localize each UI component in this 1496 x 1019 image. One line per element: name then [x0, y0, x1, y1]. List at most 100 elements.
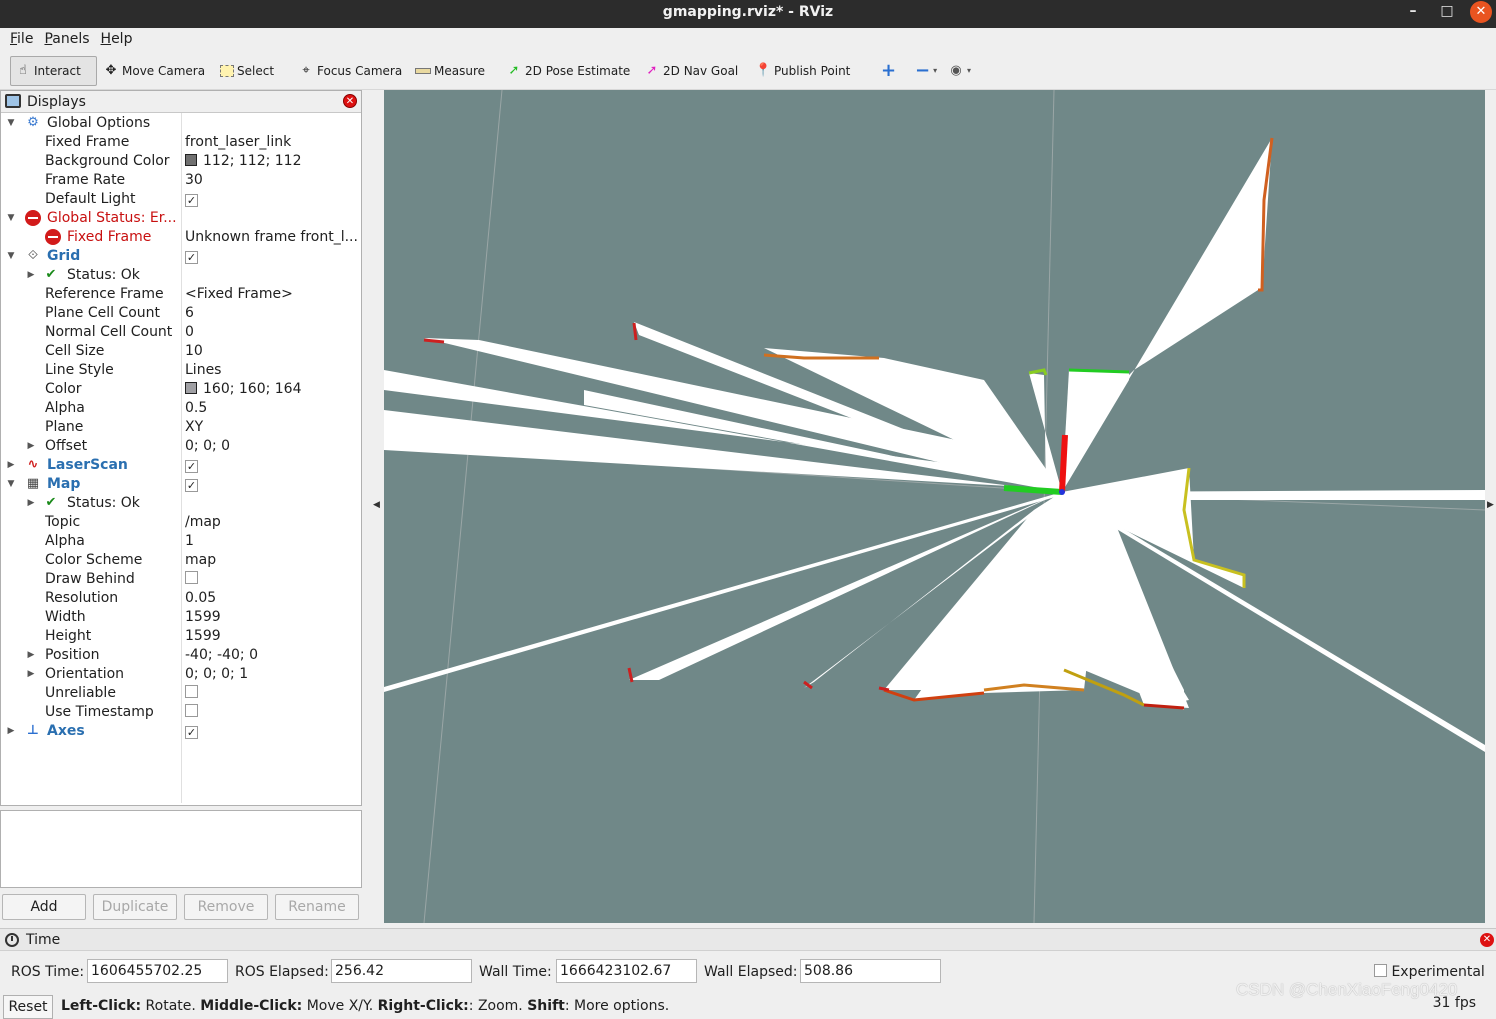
tree-row-map-status[interactable]: ▶ ✔ Status: Ok: [1, 494, 361, 513]
collapse-arrow-icon[interactable]: ▶: [25, 646, 37, 665]
draw-behind-checkbox[interactable]: [185, 571, 198, 584]
frame-rate-value[interactable]: 30: [185, 171, 359, 190]
topic-value[interactable]: /map: [185, 513, 359, 532]
tree-row-cell-size[interactable]: Cell Size 10: [1, 342, 361, 361]
menu-panels[interactable]: Panels: [40, 28, 96, 47]
minimize-button[interactable]: –: [1398, 0, 1428, 24]
wall-elapsed-field[interactable]: 508.86: [800, 959, 941, 983]
duplicate-display-button[interactable]: Duplicate: [93, 894, 177, 920]
tree-row-plane[interactable]: Plane XY: [1, 418, 361, 437]
collapse-left-icon[interactable]: ◀: [373, 500, 380, 510]
wall-time-field[interactable]: 1666423102.67: [556, 959, 697, 983]
ros-time-field[interactable]: 1606455702.25: [87, 959, 228, 983]
expand-arrow-icon[interactable]: ▼: [5, 475, 17, 494]
tree-row-width[interactable]: Width 1599: [1, 608, 361, 627]
tree-row-height[interactable]: Height 1599: [1, 627, 361, 646]
laserscan-enabled-checkbox[interactable]: ✓: [185, 460, 198, 473]
color-scheme-value[interactable]: map: [185, 551, 359, 570]
tree-row-grid[interactable]: ▼ ⟐ Grid ✓: [1, 247, 361, 266]
tree-row-status-fixed-frame[interactable]: Fixed Frame Unknown frame front_l...: [1, 228, 361, 247]
tree-row-laserscan[interactable]: ▶ ∿ LaserScan ✓: [1, 456, 361, 475]
menu-help[interactable]: Help: [97, 28, 140, 47]
pose-estimate-tool-button[interactable]: ➚ 2D Pose Estimate: [502, 56, 634, 86]
grid-color-value[interactable]: 160; 160; 164: [185, 380, 359, 399]
collapse-arrow-icon[interactable]: ▶: [25, 437, 37, 456]
tree-row-position[interactable]: ▶ Position -40; -40; 0: [1, 646, 361, 665]
collapse-arrow-icon[interactable]: ▶: [5, 456, 17, 475]
map-enabled-checkbox[interactable]: ✓: [185, 479, 198, 492]
expand-arrow-icon[interactable]: ▼: [5, 114, 17, 133]
default-light-checkbox[interactable]: ✓: [185, 194, 198, 207]
tree-row-orientation[interactable]: ▶ Orientation 0; 0; 0; 1: [1, 665, 361, 684]
reference-frame-value[interactable]: <Fixed Frame>: [185, 285, 359, 304]
collapse-arrow-icon[interactable]: ▶: [25, 665, 37, 684]
close-panel-icon[interactable]: ✕: [343, 94, 357, 108]
background-color-value[interactable]: 112; 112; 112: [185, 152, 359, 171]
map-alpha-value[interactable]: 1: [185, 532, 359, 551]
tree-row-map[interactable]: ▼ ▦ Map ✓: [1, 475, 361, 494]
tree-row-reference-frame[interactable]: Reference Frame <Fixed Frame>: [1, 285, 361, 304]
tree-row-global-options[interactable]: ▼ ⚙ Global Options: [1, 114, 361, 133]
tree-row-grid-color[interactable]: Color 160; 160; 164: [1, 380, 361, 399]
tree-row-normal-cell-count[interactable]: Normal Cell Count 0: [1, 323, 361, 342]
remove-display-button[interactable]: Remove: [184, 894, 268, 920]
tree-row-axes[interactable]: ▶ ⊥ Axes ✓: [1, 722, 361, 741]
select-tool-button[interactable]: Select: [216, 56, 278, 86]
experimental-checkbox[interactable]: [1374, 964, 1387, 977]
collapse-arrow-icon[interactable]: ▶: [5, 722, 17, 741]
tree-row-offset[interactable]: ▶ Offset 0; 0; 0: [1, 437, 361, 456]
interact-tool-button[interactable]: ☝ Interact: [10, 56, 97, 86]
tree-row-topic[interactable]: Topic /map: [1, 513, 361, 532]
collapse-arrow-icon[interactable]: ▶: [25, 494, 37, 513]
close-panel-icon[interactable]: ✕: [1480, 933, 1494, 947]
fixed-frame-value[interactable]: front_laser_link: [185, 133, 359, 152]
tree-row-draw-behind[interactable]: Draw Behind: [1, 570, 361, 589]
offset-value[interactable]: 0; 0; 0: [185, 437, 359, 456]
experimental-toggle[interactable]: Experimental: [1374, 964, 1485, 980]
measure-tool-button[interactable]: Measure: [411, 56, 489, 86]
grid-enabled-checkbox[interactable]: ✓: [185, 251, 198, 264]
tree-row-map-alpha[interactable]: Alpha 1: [1, 532, 361, 551]
3d-render-viewport[interactable]: [384, 90, 1485, 923]
ros-elapsed-field[interactable]: 256.42: [331, 959, 472, 983]
tree-row-global-status[interactable]: ▼ Global Status: Er...: [1, 209, 361, 228]
use-timestamp-checkbox[interactable]: [185, 704, 198, 717]
rename-display-button[interactable]: Rename: [275, 894, 359, 920]
add-tool-button[interactable]: +: [877, 56, 900, 86]
tree-row-use-timestamp[interactable]: Use Timestamp: [1, 703, 361, 722]
tree-row-unreliable[interactable]: Unreliable: [1, 684, 361, 703]
nav-goal-tool-button[interactable]: ➚ 2D Nav Goal: [640, 56, 742, 86]
menu-file[interactable]: File: [0, 28, 40, 47]
close-button[interactable]: ✕: [1470, 1, 1492, 23]
plane-value[interactable]: XY: [185, 418, 359, 437]
expand-arrow-icon[interactable]: ▼: [5, 209, 17, 228]
tree-row-color-scheme[interactable]: Color Scheme map: [1, 551, 361, 570]
tree-row-grid-status[interactable]: ▶ ✔ Status: Ok: [1, 266, 361, 285]
move-camera-tool-button[interactable]: ✥ Move Camera: [99, 56, 209, 86]
line-style-value[interactable]: Lines: [185, 361, 359, 380]
publish-point-tool-button[interactable]: 📍 Publish Point: [751, 56, 854, 86]
tree-row-default-light[interactable]: Default Light ✓: [1, 190, 361, 209]
tool-properties-button[interactable]: ◉ ▾: [944, 56, 975, 86]
cell-size-value[interactable]: 10: [185, 342, 359, 361]
normal-cell-count-value[interactable]: 0: [185, 323, 359, 342]
tree-row-background-color[interactable]: Background Color 112; 112; 112: [1, 152, 361, 171]
focus-camera-tool-button[interactable]: ⌖ Focus Camera: [294, 56, 406, 86]
collapse-right-icon[interactable]: ▶: [1487, 500, 1494, 510]
unreliable-checkbox[interactable]: [185, 685, 198, 698]
reset-button[interactable]: Reset: [3, 995, 53, 1019]
axes-enabled-checkbox[interactable]: ✓: [185, 726, 198, 739]
tree-row-fixed-frame[interactable]: Fixed Frame front_laser_link: [1, 133, 361, 152]
maximize-button[interactable]: □: [1432, 0, 1462, 24]
plane-cell-count-value[interactable]: 6: [185, 304, 359, 323]
tree-row-grid-alpha[interactable]: Alpha 0.5: [1, 399, 361, 418]
tree-row-frame-rate[interactable]: Frame Rate 30: [1, 171, 361, 190]
tree-row-plane-cell-count[interactable]: Plane Cell Count 6: [1, 304, 361, 323]
remove-tool-button[interactable]: − ▾: [911, 56, 941, 86]
grid-alpha-value[interactable]: 0.5: [185, 399, 359, 418]
tree-row-resolution[interactable]: Resolution 0.05: [1, 589, 361, 608]
add-display-button[interactable]: Add: [2, 894, 86, 920]
tree-row-line-style[interactable]: Line Style Lines: [1, 361, 361, 380]
expand-arrow-icon[interactable]: ▼: [5, 247, 17, 266]
collapse-arrow-icon[interactable]: ▶: [25, 266, 37, 285]
